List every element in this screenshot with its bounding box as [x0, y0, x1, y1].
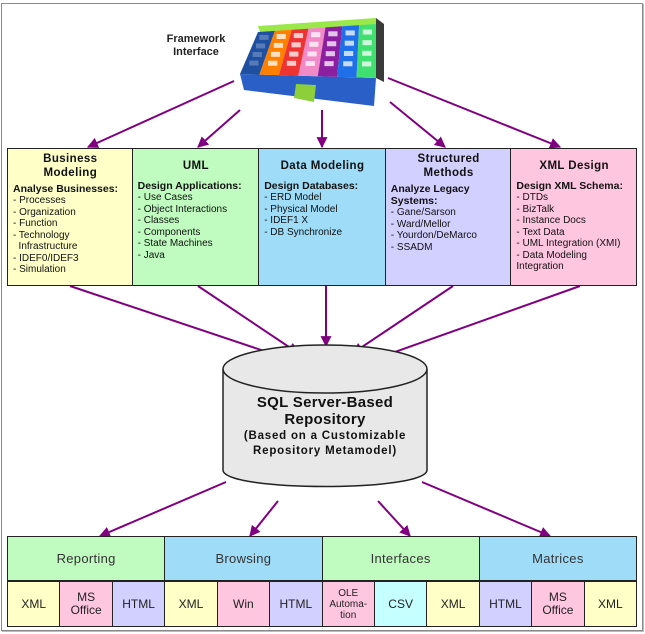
- tool-title-line: Business: [43, 153, 98, 165]
- repository-title-line2: Repository: [284, 411, 366, 428]
- tool-item: - State Machines: [137, 238, 213, 249]
- tool-box-uml: UML Design Applications: - Use Cases - Obje…: [132, 149, 260, 285]
- tool-item: - Yourdon/DeMarco: [390, 230, 477, 241]
- output-group-matrices: Matrices HTML MS Office XML: [479, 537, 637, 626]
- repository-title-line1: SQL Server-Based: [256, 394, 394, 411]
- tool-title-line: Data Modeling: [280, 160, 365, 172]
- tool-item-list: - Use Cases - Object Interactions - Classe…: [138, 192, 255, 261]
- repository-subtitle-line1: (Based on a Customizable: [243, 430, 407, 442]
- tool-item: - IDEF0/IDEF3: [13, 252, 79, 264]
- tool-item: - BizTalk: [516, 203, 555, 215]
- tool-item: - Simulation: [13, 264, 66, 275]
- output-group-header: Matrices: [479, 537, 636, 582]
- output-format-cells: OLE Automa- tion CSV XML: [322, 582, 479, 626]
- output-format-cell: HTML: [112, 582, 165, 626]
- output-group-header: Interfaces: [322, 537, 479, 582]
- tool-item: - Ward/Mellor: [390, 218, 451, 230]
- tool-title-line: Structured: [417, 153, 480, 165]
- tool-item: - Instance Docs: [516, 215, 586, 226]
- tool-item: - Function: [13, 218, 58, 229]
- tool-item: - Text Data: [516, 226, 565, 238]
- output-group-header: Reporting: [8, 537, 165, 582]
- tool-item-list: - Processes - Organization - Function - Tec…: [13, 195, 128, 276]
- tool-item-list: - ERD Model - Physical Model - IDEF1 X- DB…: [264, 192, 381, 238]
- tool-subtitle: Design XML Schema:: [516, 180, 623, 192]
- tool-title: Business Modeling: [13, 152, 128, 180]
- repository-label: SQL Server-Based Repository (Based on a …: [220, 394, 430, 458]
- output-format-cell: Win: [217, 582, 271, 626]
- arrow-repository-to-browsing: [249, 500, 279, 537]
- tool-item: - Processes: [13, 195, 66, 206]
- tool-box-xml-design: XML Design Design XML Schema: - DTDs - BizT…: [511, 149, 636, 285]
- tool-item-list: - Gane/Sarson - Ward/Mellor - Yourdon/DeMa…: [391, 207, 507, 253]
- modeling-tools-row: Business Modeling Analyse Businesses: - Pro…: [7, 148, 637, 286]
- output-group-interfaces: Interfaces OLE Automa- tion CSV XML: [322, 537, 480, 626]
- output-format-cell: HTML: [270, 582, 322, 626]
- arrow-framework-to-xml-design: [387, 77, 562, 149]
- repository-subtitle-line2: Repository Metamodel): [253, 445, 397, 457]
- arrow-framework-to-uml: [197, 109, 241, 148]
- tool-item: - Object Interactions: [137, 203, 228, 215]
- output-format-cell: XML: [8, 582, 61, 626]
- tool-item: - Classes: [137, 215, 180, 226]
- tool-item: - Use Cases: [137, 192, 193, 203]
- output-format-cell: HTML: [479, 582, 533, 626]
- tool-item: - Physical Model: [264, 203, 338, 215]
- output-format-cell: MS Office: [60, 582, 113, 626]
- tool-title-line: UML: [182, 160, 209, 172]
- tool-title: UML: [138, 159, 255, 173]
- tool-title-line: Modeling: [43, 167, 98, 179]
- output-group-header: Browsing: [165, 537, 322, 582]
- tool-item: - Java: [137, 249, 165, 261]
- tool-item: Infrastructure: [13, 241, 78, 252]
- tool-box-data-modeling: Data Modeling Design Databases: - ERD Mode…: [259, 149, 386, 285]
- tool-title: Structured Methods: [391, 152, 507, 180]
- output-group-browsing: Browsing XML Win HTML: [165, 537, 323, 626]
- output-format-cells: HTML MS Office XML: [479, 582, 637, 626]
- tool-item: - Technology: [13, 229, 70, 241]
- tool-item: - Gane/Sarson: [390, 207, 456, 218]
- tool-item: Integration: [516, 261, 564, 272]
- output-format-cells: XML MS Office HTML: [8, 582, 165, 626]
- tool-box-structured-methods: Structured Methods Analyze Legacy Systems:…: [385, 149, 512, 285]
- tool-subtitle: Analyze Legacy Systems:: [390, 183, 470, 207]
- tool-item: - Components: [137, 226, 201, 238]
- output-format-cell: XML: [584, 582, 637, 626]
- tool-subtitle: Design Applications:: [137, 180, 242, 192]
- output-format-cell: XML: [165, 582, 218, 626]
- output-formats-row: Reporting XML MS Office HTML Browsing XML Win H…: [7, 536, 637, 627]
- arrow-repository-to-matrices: [421, 481, 552, 538]
- tool-title-line: XML Design: [539, 160, 609, 172]
- arrow-framework-to-business-modeling: [86, 80, 235, 148]
- tool-box-business-modeling: Business Modeling Analyse Businesses: - Pro…: [8, 149, 133, 285]
- tool-item: - Data Modeling: [516, 249, 587, 261]
- tool-title-line: Methods: [423, 167, 474, 179]
- output-group-reporting: Reporting XML MS Office HTML: [8, 537, 166, 626]
- tool-item: - DTDs: [516, 192, 549, 203]
- tool-item: - UML Integration (XMI): [516, 238, 621, 249]
- tool-item: - ERD Model: [264, 192, 322, 203]
- output-format-cells: XML Win HTML: [165, 582, 322, 626]
- output-format-cell: OLE Automa- tion: [322, 582, 375, 626]
- tool-item: - DB Synchronize: [264, 226, 343, 238]
- repository-cylinder-top: [222, 344, 428, 394]
- tool-subtitle: Design Databases:: [264, 180, 359, 192]
- arrow-framework-to-structured-methods: [389, 101, 446, 148]
- output-format-cell: MS Office: [532, 582, 585, 626]
- tool-item-list: - DTDs - BizTalk - Instance Docs - Text Dat…: [516, 192, 632, 273]
- tool-item: - SSADM: [390, 241, 433, 253]
- tool-item: - IDEF1 X: [264, 215, 309, 226]
- tool-item: - Organization: [13, 206, 76, 218]
- tool-title: XML Design: [516, 159, 632, 173]
- output-format-cell: CSV: [374, 582, 428, 626]
- arrow-repository-to-reporting: [98, 481, 227, 538]
- arrow-repository-to-interfaces: [377, 500, 411, 537]
- tool-title: Data Modeling: [264, 159, 381, 173]
- output-format-cell: XML: [427, 582, 479, 626]
- tool-subtitle: Analyse Businesses:: [13, 183, 119, 195]
